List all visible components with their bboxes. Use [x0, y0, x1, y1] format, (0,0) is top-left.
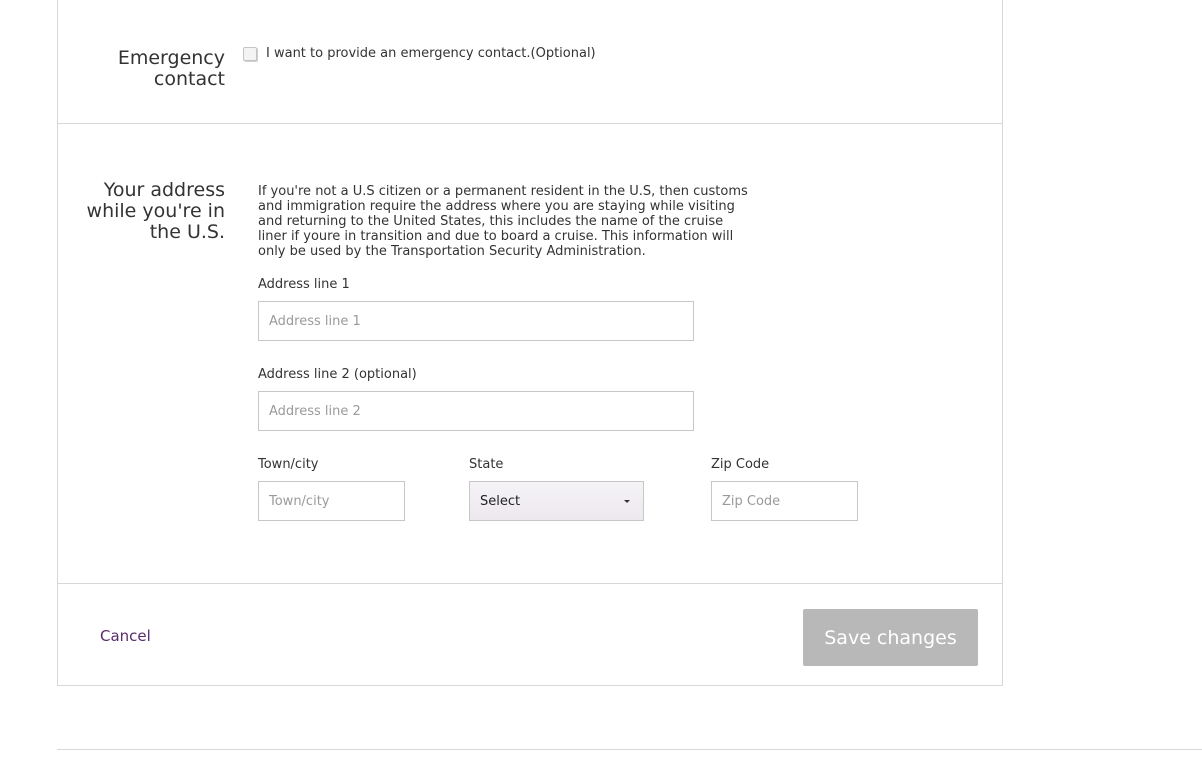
actions-divider — [58, 583, 1002, 584]
footer-divider — [57, 749, 1202, 750]
town-city-input[interactable] — [258, 481, 405, 521]
address-line2-label: Address line 2 (optional) — [258, 367, 417, 382]
cancel-button[interactable]: Cancel — [100, 627, 151, 645]
address-line1-input[interactable] — [258, 301, 694, 341]
emergency-contact-checkbox-label[interactable]: I want to provide an emergency contact.(… — [266, 46, 596, 61]
chevron-down-icon — [624, 500, 630, 503]
emergency-contact-heading: Emergency contact — [117, 47, 225, 90]
address-section-heading: Your address while you're in the U.S. — [86, 179, 225, 243]
emergency-contact-checkbox[interactable] — [243, 47, 257, 61]
town-city-label: Town/city — [258, 457, 319, 472]
state-label: State — [469, 457, 504, 472]
section-divider — [58, 123, 1002, 124]
address-line1-label: Address line 1 — [258, 277, 350, 292]
state-select[interactable]: Select — [469, 481, 644, 521]
zip-code-input[interactable] — [711, 481, 858, 521]
profile-form-card: Emergency contact I want to provide an e… — [57, 0, 1003, 686]
state-select-value: Select — [480, 493, 521, 509]
zip-code-label: Zip Code — [711, 457, 770, 472]
save-changes-button[interactable]: Save changes — [803, 609, 978, 666]
address-description: If you're not a U.S citizen or a permane… — [258, 184, 748, 259]
address-line2-input[interactable] — [258, 391, 694, 431]
